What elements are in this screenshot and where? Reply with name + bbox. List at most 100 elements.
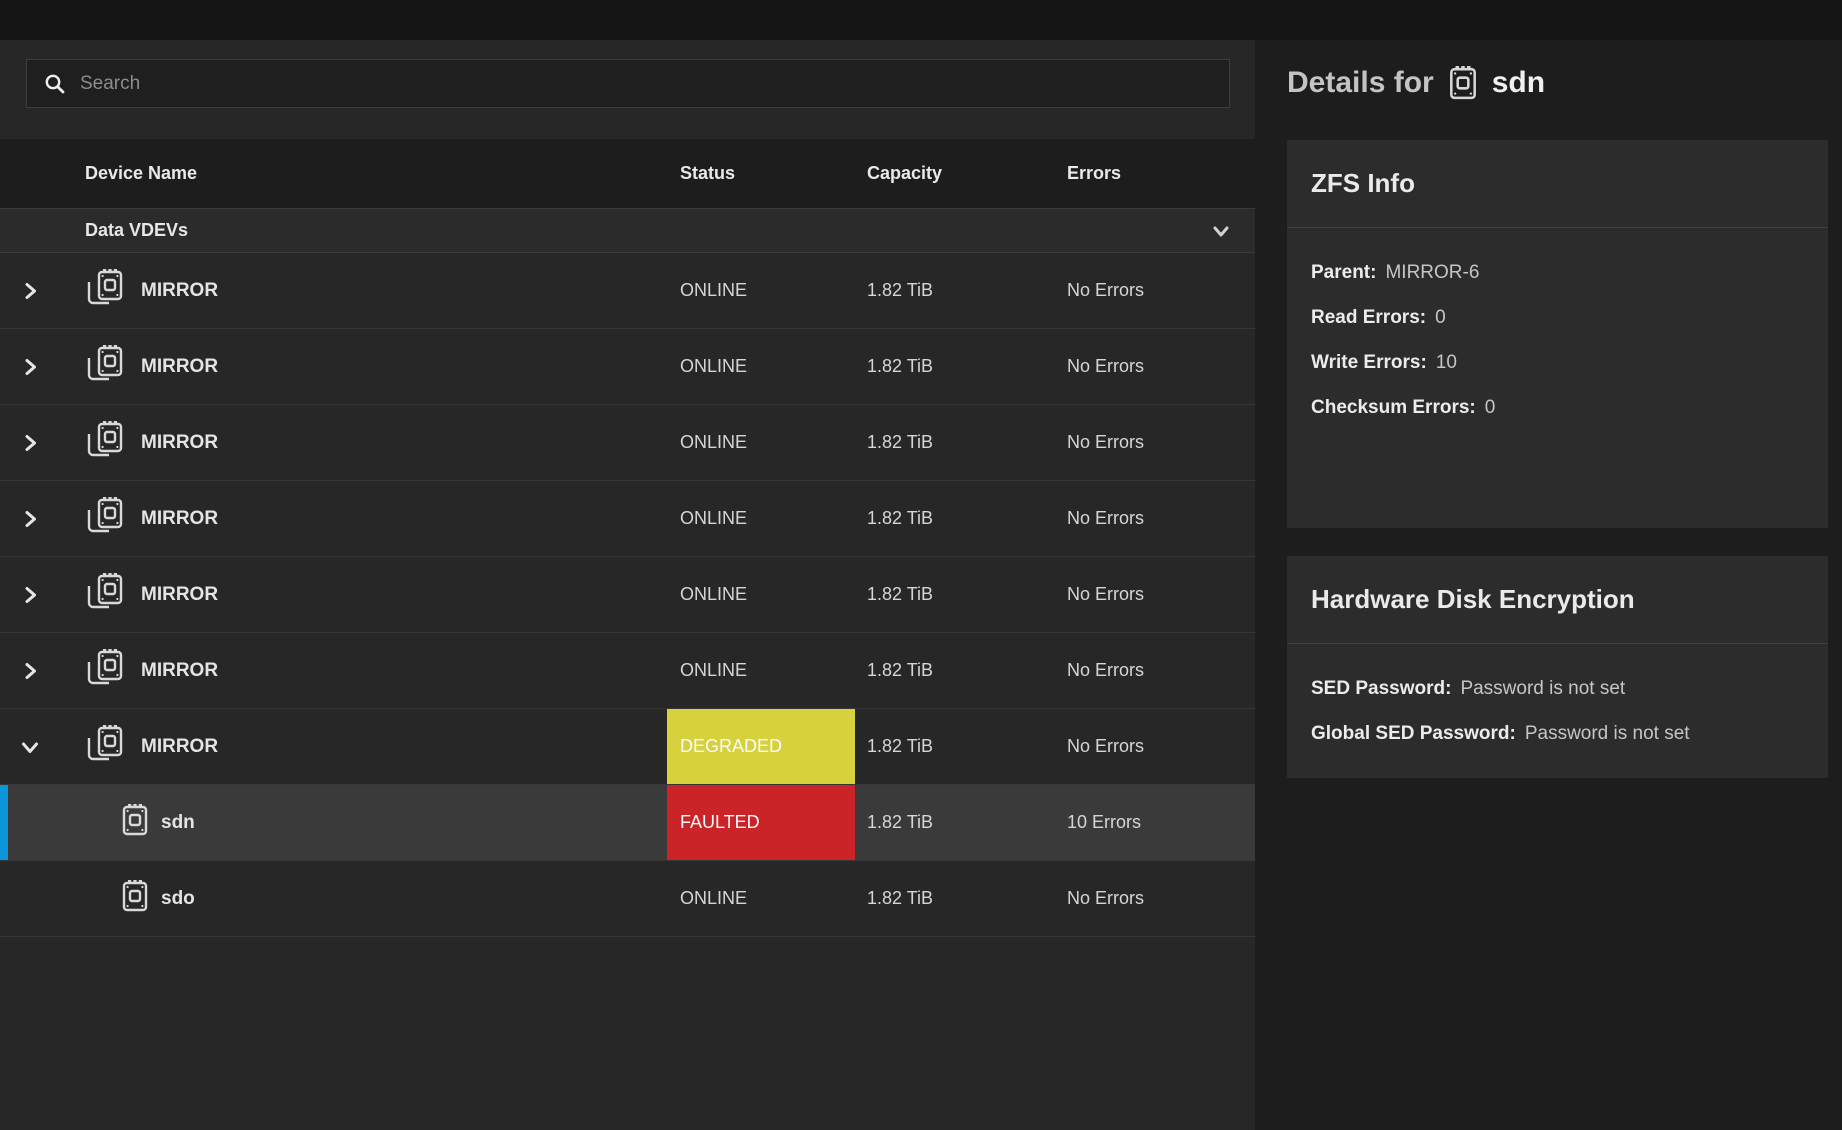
chevron-down-icon[interactable]: [1210, 220, 1232, 242]
device-row[interactable]: MIRROR ONLINE 1.82 TiB No Errors: [0, 405, 1255, 481]
status-cell: DEGRADED: [667, 709, 855, 784]
device-name-cell: sdo: [60, 861, 667, 936]
group-row-label: Data VDEVs: [85, 220, 188, 241]
search-placeholder: Search: [80, 73, 140, 95]
top-bar: [0, 0, 1842, 40]
device-row[interactable]: MIRROR ONLINE 1.82 TiB No Errors: [0, 557, 1255, 633]
column-header-errors: Errors: [1040, 163, 1255, 184]
errors-cell: No Errors: [1040, 329, 1255, 404]
status-cell: ONLINE: [667, 481, 855, 556]
errors-cell: No Errors: [1040, 557, 1255, 632]
disk-icon: [122, 804, 148, 842]
mirror-vdev-icon: [85, 420, 127, 466]
search-icon: [44, 73, 66, 95]
row-expander[interactable]: [0, 405, 60, 480]
device-row[interactable]: MIRROR ONLINE 1.82 TiB No Errors: [0, 481, 1255, 557]
mirror-vdev-icon: [85, 724, 127, 770]
search-area: Search: [0, 40, 1255, 108]
errors-cell: 10 Errors: [1040, 785, 1255, 860]
row-expander[interactable]: [0, 481, 60, 556]
mirror-vdev-icon: [85, 496, 127, 542]
device-name-label: MIRROR: [141, 660, 218, 682]
search-input[interactable]: Search: [26, 59, 1230, 108]
table-header: Device Name Status Capacity Errors: [0, 139, 1255, 208]
device-name-label: MIRROR: [141, 280, 218, 302]
disk-icon: [122, 880, 148, 918]
device-rows: MIRROR ONLINE 1.82 TiB No Errors: [0, 253, 1255, 937]
errors-cell: No Errors: [1040, 633, 1255, 708]
zfs-info-card: ZFS Info Parent: MIRROR-6 Read Errors: 0…: [1287, 140, 1828, 528]
column-header-capacity: Capacity: [855, 163, 1040, 184]
errors-cell: No Errors: [1040, 709, 1255, 784]
device-name-label: MIRROR: [141, 356, 218, 378]
device-name-cell: sdn: [60, 785, 667, 860]
status-cell: ONLINE: [667, 253, 855, 328]
device-name-cell: MIRROR: [60, 405, 667, 480]
row-expander[interactable]: [0, 861, 60, 936]
zfs-field-write-errors: Write Errors: 10: [1311, 340, 1804, 385]
device-row[interactable]: MIRROR DEGRADED 1.82 TiB No Errors: [0, 709, 1255, 785]
disk-icon: [1449, 66, 1477, 100]
capacity-cell: 1.82 TiB: [855, 861, 1040, 936]
device-name-label: MIRROR: [141, 584, 218, 606]
zfs-field-parent: Parent: MIRROR-6: [1311, 250, 1804, 295]
device-name-cell: MIRROR: [60, 633, 667, 708]
status-cell: ONLINE: [667, 557, 855, 632]
row-expander[interactable]: [0, 709, 60, 784]
chevron-right-icon[interactable]: [20, 661, 40, 681]
zfs-field-read-errors: Read Errors: 0: [1311, 295, 1804, 340]
column-header-device-name: Device Name: [60, 163, 667, 184]
device-row[interactable]: MIRROR ONLINE 1.82 TiB No Errors: [0, 329, 1255, 405]
device-row[interactable]: MIRROR ONLINE 1.82 TiB No Errors: [0, 633, 1255, 709]
encryption-title: Hardware Disk Encryption: [1287, 556, 1828, 643]
chevron-right-icon[interactable]: [20, 357, 40, 377]
device-name-cell: MIRROR: [60, 253, 667, 328]
status-cell: FAULTED: [667, 785, 855, 860]
mirror-vdev-icon: [85, 344, 127, 390]
device-name-cell: MIRROR: [60, 557, 667, 632]
device-row[interactable]: MIRROR ONLINE 1.82 TiB No Errors: [0, 253, 1255, 329]
devices-panel: Search Device Name Status Capacity Error…: [0, 40, 1255, 1130]
device-row[interactable]: sdn FAULTED 1.82 TiB 10 Errors: [0, 785, 1255, 861]
device-name-label: MIRROR: [141, 736, 218, 758]
chevron-right-icon[interactable]: [20, 585, 40, 605]
chevron-right-icon[interactable]: [20, 509, 40, 529]
capacity-cell: 1.82 TiB: [855, 709, 1040, 784]
capacity-cell: 1.82 TiB: [855, 785, 1040, 860]
row-expander[interactable]: [0, 329, 60, 404]
group-row-data-vdevs[interactable]: Data VDEVs: [0, 208, 1255, 253]
status-cell: ONLINE: [667, 405, 855, 480]
row-expander[interactable]: [0, 633, 60, 708]
mirror-vdev-icon: [85, 572, 127, 618]
errors-cell: No Errors: [1040, 861, 1255, 936]
capacity-cell: 1.82 TiB: [855, 557, 1040, 632]
device-name-label: sdn: [161, 812, 195, 834]
mirror-vdev-icon: [85, 268, 127, 314]
mirror-vdev-icon: [85, 648, 127, 694]
details-title-prefix: Details for: [1287, 66, 1434, 100]
status-cell: ONLINE: [667, 861, 855, 936]
capacity-cell: 1.82 TiB: [855, 253, 1040, 328]
device-name-cell: MIRROR: [60, 329, 667, 404]
chevron-right-icon[interactable]: [20, 281, 40, 301]
encryption-body: SED Password: Password is not set Global…: [1287, 644, 1828, 756]
capacity-cell: 1.82 TiB: [855, 481, 1040, 556]
chevron-right-icon[interactable]: [20, 433, 40, 453]
chevron-down-icon[interactable]: [20, 737, 40, 757]
topology-screen: Search Device Name Status Capacity Error…: [0, 0, 1842, 1130]
zfs-info-title: ZFS Info: [1287, 140, 1828, 227]
row-expander[interactable]: [0, 253, 60, 328]
capacity-cell: 1.82 TiB: [855, 405, 1040, 480]
device-name-label: MIRROR: [141, 508, 218, 530]
row-expander[interactable]: [0, 785, 60, 860]
row-expander[interactable]: [0, 557, 60, 632]
hardware-disk-encryption-card: Hardware Disk Encryption SED Password: P…: [1287, 556, 1828, 778]
device-row[interactable]: sdo ONLINE 1.82 TiB No Errors: [0, 861, 1255, 937]
errors-cell: No Errors: [1040, 481, 1255, 556]
errors-cell: No Errors: [1040, 253, 1255, 328]
column-header-status: Status: [667, 163, 855, 184]
errors-cell: No Errors: [1040, 405, 1255, 480]
capacity-cell: 1.82 TiB: [855, 633, 1040, 708]
status-cell: ONLINE: [667, 329, 855, 404]
zfs-field-checksum-errors: Checksum Errors: 0: [1311, 385, 1804, 430]
